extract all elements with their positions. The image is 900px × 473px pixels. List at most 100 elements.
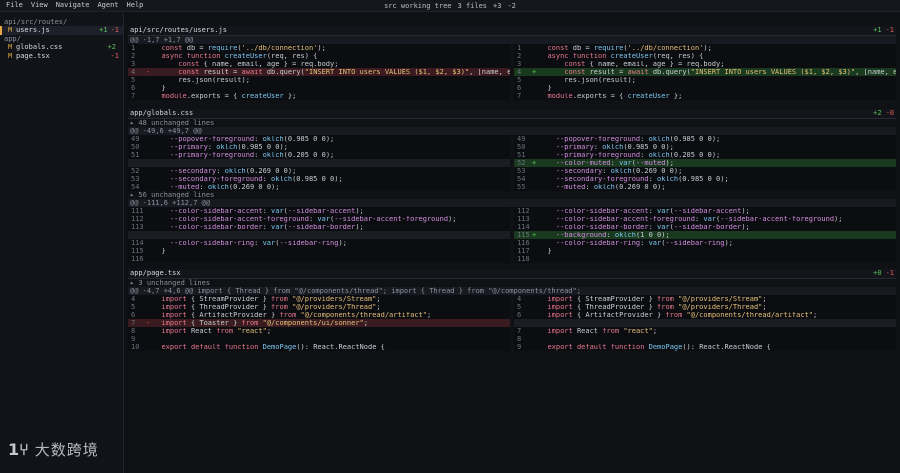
code-text: import { StreamProvider } from "@/provid… (161, 295, 381, 303)
code-text: --muted: oklch(0.269 0 0); (169, 183, 280, 191)
code-text: --color-sidebar-ring: var(--sidebar-ring… (169, 239, 347, 247)
hunk-header: @@ -49,6 +49,7 @@ (128, 127, 896, 135)
menu-file[interactable]: File (2, 2, 27, 9)
file-page-tsx[interactable]: M page.tsx -1 (0, 52, 123, 61)
code-text: res.json(result); (153, 76, 250, 84)
code-text: --color-sidebar-accent: var(--sidebar-ac… (169, 207, 364, 215)
deleted-line: 7 - import { Toaster } from "@/components… (128, 319, 510, 327)
code-text: import { ArtifactProvider } from "@/comp… (547, 311, 818, 319)
code-text: import { StreamProvider } from "@/provid… (547, 295, 767, 303)
line-number: 117 (517, 247, 530, 255)
context-line: 113 --color-sidebar-border: var(--sideba… (128, 223, 510, 231)
code-text: --secondary-foreground: oklch(0.985 0 0)… (555, 175, 729, 183)
code-text: const { name, email, age } = req.body; (564, 60, 725, 68)
code-text: --secondary: oklch(0.269 0 0); (169, 167, 297, 175)
menu-view[interactable]: View (27, 2, 52, 9)
modified-status: M (8, 26, 13, 34)
code-text: import { Toaster } from "@/components/ui… (161, 319, 368, 327)
file-header[interactable]: app/page.tsx +0 -1 (128, 269, 896, 279)
line-number: 116 (131, 255, 144, 263)
context-line: 5 import { ThreadProvider } from "@/prov… (514, 303, 896, 311)
code-text: --color-sidebar-accent-foreground: var(-… (555, 215, 843, 223)
code-text: } (539, 247, 552, 255)
menu-list: File View Navigate Agent Help (2, 2, 147, 9)
change-marker: - (146, 319, 151, 327)
code-text: export default function DemoPage(): Reac… (161, 343, 385, 351)
file-additions: +2 (873, 109, 882, 117)
line-number: 2 (517, 52, 522, 60)
line-number: 54 (131, 183, 140, 191)
unchanged-lines-toggle[interactable]: ▸ 56 unchanged lines (128, 191, 896, 199)
code-text: async function createUser(req, res) { (161, 52, 318, 60)
menu-navigate[interactable]: Navigate (52, 2, 94, 9)
file-deletions: -1 (110, 52, 119, 60)
diff-view: api/src/routes/users.js +1 -1 @@ -1,7 +1,7 … (125, 13, 900, 473)
unchanged-lines-toggle[interactable]: ▸ 48 unchanged lines (128, 119, 896, 127)
added-line: 115 + --background: oklch(1 0 0); (514, 231, 896, 239)
line-number: 9 (517, 343, 522, 351)
context-line: 115 } (128, 247, 510, 255)
menu-help[interactable]: Help (123, 2, 148, 9)
file-header[interactable]: app/globals.css +2 -0 (128, 109, 896, 119)
context-line: 8 (514, 335, 896, 343)
context-line: 6 import { ArtifactProvider } from "@/co… (128, 311, 510, 319)
line-number: 8 (131, 327, 136, 335)
file-path: app/globals.css (130, 109, 194, 117)
context-line: 6 import { ArtifactProvider } from "@/co… (514, 311, 896, 319)
line-number: 115 (517, 231, 530, 239)
deleted-line: 4 - const result = await db.query("INSERT… (128, 68, 510, 76)
change-marker: + (532, 159, 537, 167)
line-number: 114 (131, 239, 144, 247)
code-text: } (539, 84, 552, 92)
file-deletions: -1 (885, 26, 894, 34)
empty-line (514, 319, 896, 327)
code-text: async function createUser(req, res) { (547, 52, 704, 60)
file-header[interactable]: api/src/routes/users.js +1 -1 (128, 26, 896, 36)
code-text: const { name, email, age } = req.body; (178, 60, 339, 68)
context-line: 8 import React from "react"; (128, 327, 510, 335)
file-additions: +2 (107, 43, 116, 51)
line-number: 52 (517, 159, 526, 167)
change-marker: - (146, 68, 151, 76)
file-path: app/page.tsx (130, 269, 181, 277)
file-stats: +2 -0 (873, 110, 894, 117)
context-line: 116 (128, 255, 510, 263)
file-globals-css[interactable]: M globals.css +2 (0, 43, 123, 52)
code-text: import React from "react"; (547, 327, 658, 335)
line-number: 6 (131, 84, 136, 92)
line-number: 1 (517, 44, 522, 52)
context-line: 7 import React from "react"; (514, 327, 896, 335)
context-line: 54 --muted: oklch(0.269 0 0); (128, 183, 510, 191)
code-text: --color-sidebar-accent: var(--sidebar-ac… (555, 207, 750, 215)
context-line: 1 const db = require('../db/connection')… (128, 44, 510, 52)
unchanged-lines-toggle[interactable]: ▸ 3 unchanged lines (128, 279, 896, 287)
context-line: 54 --secondary-foreground: oklch(0.985 0… (514, 175, 896, 183)
folder-app[interactable]: app/ (0, 35, 123, 43)
line-number: 6 (131, 311, 136, 319)
code-text: import { ThreadProvider } from "@/provid… (547, 303, 767, 311)
line-number: 114 (517, 223, 530, 231)
line-number: 4 (131, 68, 136, 76)
line-number: 111 (131, 207, 144, 215)
file-name: globals.css (16, 43, 63, 51)
line-number: 3 (131, 60, 136, 68)
empty-line (128, 231, 510, 239)
context-line: 2 async function createUser(req, res) { (128, 52, 510, 60)
line-number: 112 (517, 207, 530, 215)
file-users-js[interactable]: M users.js +1 -1 (0, 26, 123, 35)
code-text: --popover-foreground: oklch(0.985 0 0); (169, 135, 335, 143)
file-additions: +0 (873, 269, 882, 277)
context-line: 5 res.json(result); (128, 76, 510, 84)
new-pane: 4 import { StreamProvider } from "@/prov… (514, 295, 896, 351)
code-text: const db = require('../db/connection'); (161, 44, 326, 52)
context-line: 50 --primary: oklch(0.985 0 0); (128, 143, 510, 151)
code-text: import { ArtifactProvider } from "@/comp… (161, 311, 432, 319)
menu-agent[interactable]: Agent (93, 2, 122, 9)
folder-api-src-routes[interactable]: api/src/routes/ (0, 18, 123, 26)
line-number: 53 (131, 175, 140, 183)
code-text: --color-sidebar-border: var(--sidebar-bo… (555, 223, 750, 231)
empty-line (128, 159, 510, 167)
context-line: 53 --secondary-foreground: oklch(0.985 0… (128, 175, 510, 183)
line-number: 6 (517, 84, 522, 92)
diff-panes: 1 const db = require('../db/connection')… (128, 44, 896, 100)
